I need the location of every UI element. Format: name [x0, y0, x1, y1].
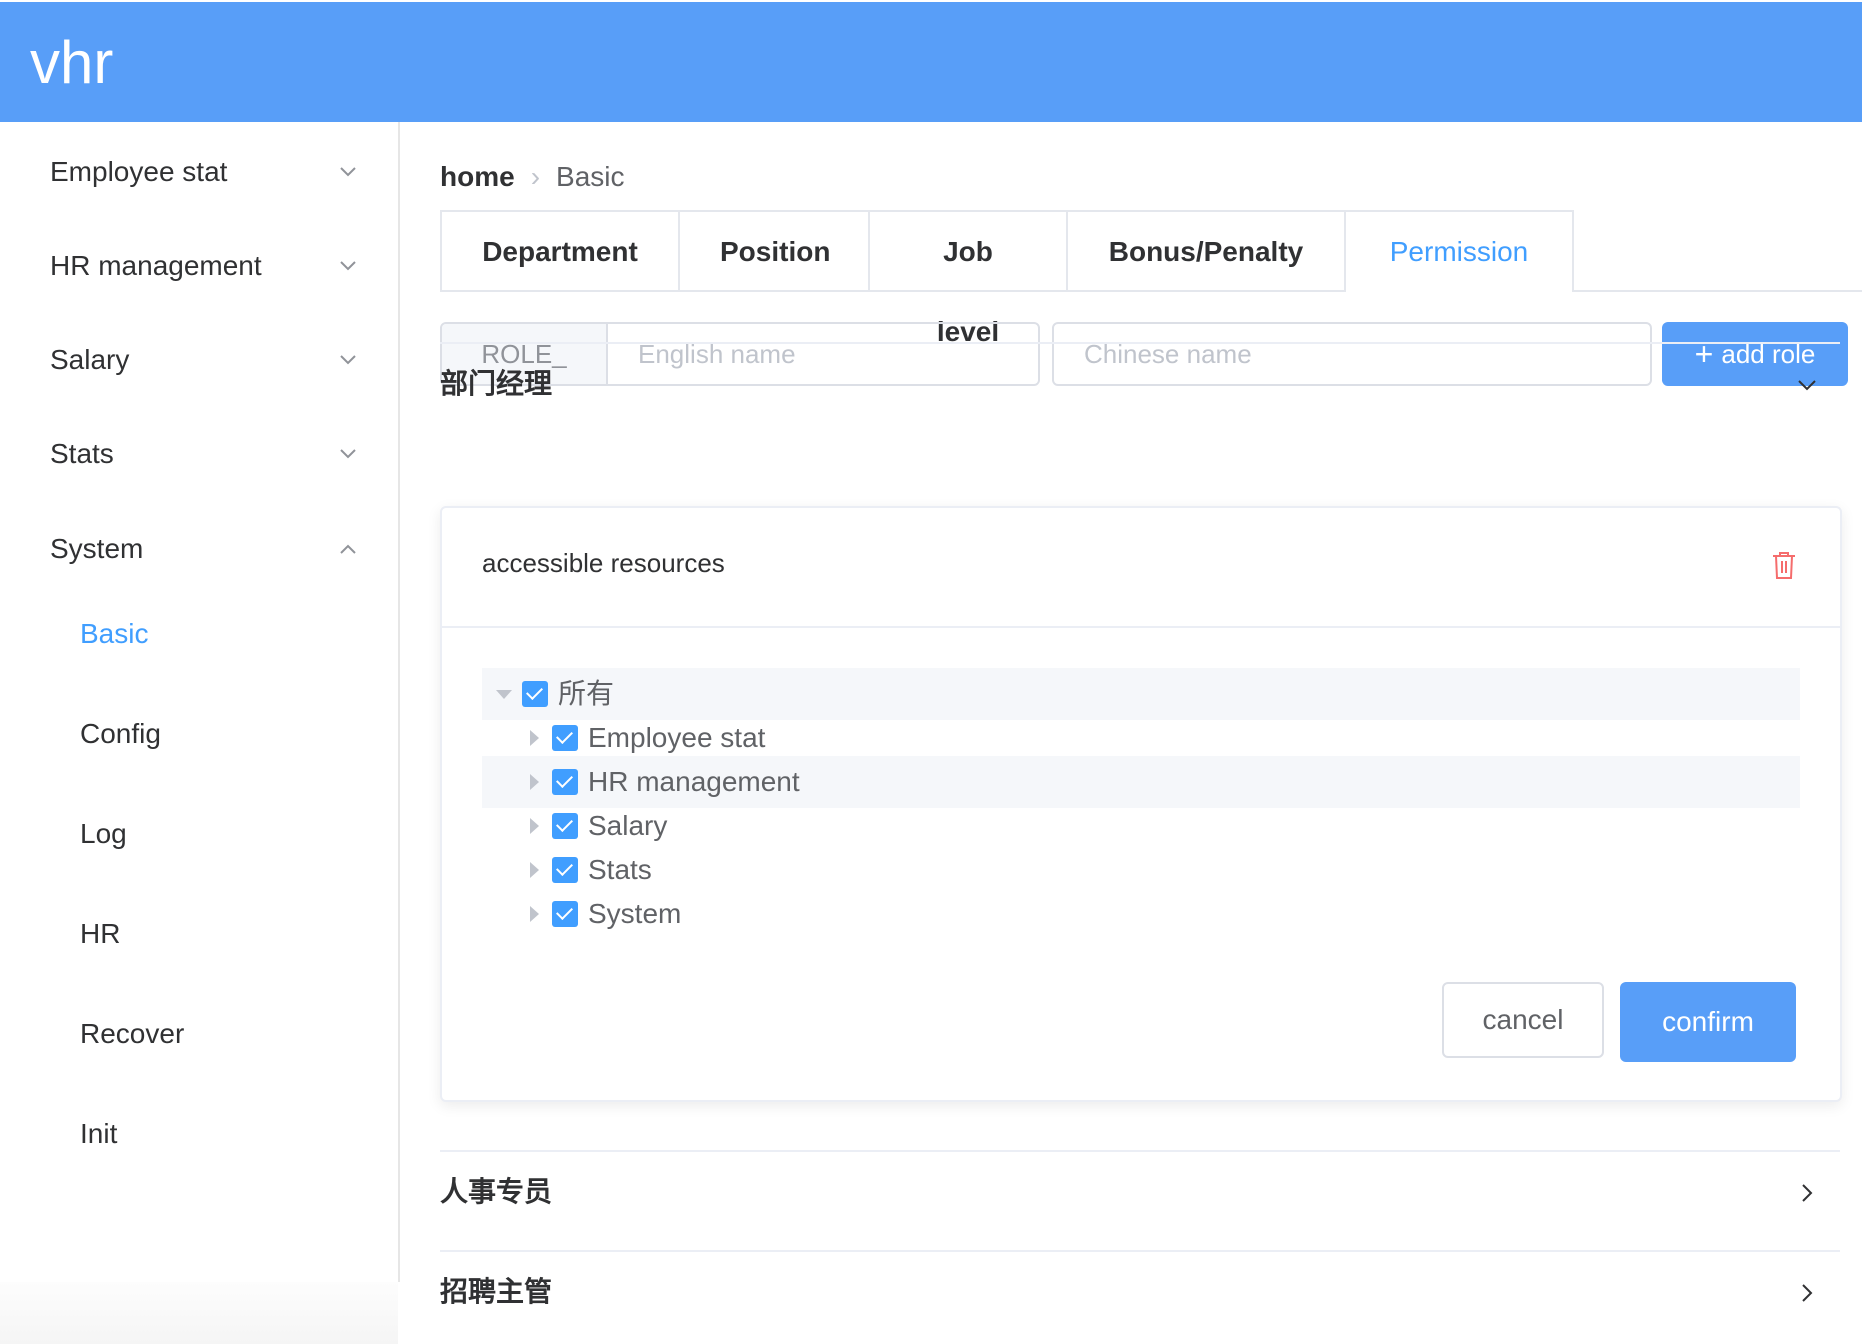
confirm-button[interactable]: confirm: [1620, 982, 1796, 1062]
sidebar-item-recover[interactable]: Recover: [0, 994, 398, 1074]
sidebar-item-hr[interactable]: HR: [0, 894, 398, 974]
tab-bar: Department Position Job level Bonus/Pena…: [440, 210, 1574, 347]
menu-label: Stats: [50, 438, 114, 469]
tab-job-level[interactable]: Job level: [870, 212, 1068, 347]
tree-node-label: System: [588, 898, 682, 929]
resources-card: accessible resources 所有 Employee stat HR…: [440, 506, 1842, 1102]
tree-checkbox[interactable]: [522, 681, 548, 707]
menu-label: HR management: [50, 250, 262, 281]
sidebar-item-init[interactable]: Init: [0, 1094, 398, 1174]
cancel-button[interactable]: cancel: [1442, 982, 1604, 1058]
tab-permission[interactable]: Permission: [1346, 212, 1572, 294]
sidebar-item-label: Basic: [80, 618, 149, 649]
tree-checkbox[interactable]: [552, 813, 578, 839]
caret-right-icon[interactable]: [530, 730, 539, 746]
sidebar-item-log[interactable]: Log: [0, 794, 398, 874]
caret-down-icon[interactable]: [496, 690, 512, 699]
sidebar-item-label: HR: [80, 918, 121, 949]
chevron-down-icon: [340, 449, 356, 459]
breadcrumb-current: Basic: [556, 161, 625, 192]
menu-employee-stat[interactable]: Employee stat: [0, 132, 398, 212]
tab-position[interactable]: Position: [680, 212, 870, 292]
chevron-up-icon: [340, 544, 356, 554]
tab-bar-underline: [440, 290, 1862, 292]
sidebar-item-basic[interactable]: Basic: [0, 594, 398, 674]
caret-right-icon[interactable]: [530, 906, 539, 922]
breadcrumb-home[interactable]: home: [440, 161, 515, 192]
breadcrumb: home › Basic: [440, 160, 624, 194]
chevron-right-icon: [1802, 1184, 1813, 1202]
caret-right-icon[interactable]: [530, 818, 539, 834]
tree-checkbox[interactable]: [552, 857, 578, 883]
role-collapse-header[interactable]: 招聘主管: [440, 1252, 1840, 1332]
chevron-down-icon: [1798, 380, 1816, 391]
chevron-down-icon: [340, 167, 356, 177]
sidebar-item-config[interactable]: Config: [0, 694, 398, 774]
tree-checkbox[interactable]: [552, 769, 578, 795]
sidebar-item-label: Recover: [80, 1018, 185, 1049]
app-header: vhr: [0, 2, 1862, 122]
role-collapse-header[interactable]: 部门经理: [440, 344, 1840, 424]
breadcrumb-separator-icon: ›: [530, 161, 541, 192]
card-header: accessible resources: [442, 508, 1840, 628]
sidebar-item-label: Config: [80, 718, 161, 749]
caret-right-icon[interactable]: [530, 774, 539, 790]
card-title: accessible resources: [482, 548, 725, 578]
menu-hr-management[interactable]: HR management: [0, 226, 398, 306]
menu-system[interactable]: System: [0, 509, 398, 589]
sidebar-footer-fade: [0, 1282, 398, 1344]
chevron-right-icon: [1802, 1284, 1813, 1302]
tree-node[interactable]: System: [482, 888, 1800, 940]
tree-checkbox[interactable]: [552, 901, 578, 927]
menu-label: Salary: [50, 344, 130, 375]
app-title: vhr: [30, 29, 114, 96]
role-name: 招聘主管: [440, 1276, 553, 1307]
role-name: 部门经理: [440, 368, 553, 399]
main-content: home › Basic Department Position Job level…: [400, 122, 1862, 1344]
chevron-down-icon: [340, 355, 356, 365]
menu-label: System: [50, 533, 144, 564]
trash-icon[interactable]: [1770, 550, 1798, 580]
menu-stats[interactable]: Stats: [0, 414, 398, 494]
role-name: 人事专员: [440, 1176, 553, 1207]
caret-right-icon[interactable]: [530, 862, 539, 878]
menu-label: Employee stat: [50, 156, 228, 187]
tab-department[interactable]: Department: [442, 212, 680, 292]
sidebar-item-label: Init: [80, 1118, 118, 1149]
sidebar: Employee stat HR management Salary Stats…: [0, 122, 400, 1282]
tab-bonus-penalty[interactable]: Bonus/Penalty: [1068, 212, 1346, 292]
sidebar-item-label: Log: [80, 818, 127, 849]
menu-salary[interactable]: Salary: [0, 320, 398, 400]
chevron-down-icon: [340, 261, 356, 271]
role-collapse-header[interactable]: 人事专员: [440, 1152, 1840, 1232]
tree-checkbox[interactable]: [552, 725, 578, 751]
